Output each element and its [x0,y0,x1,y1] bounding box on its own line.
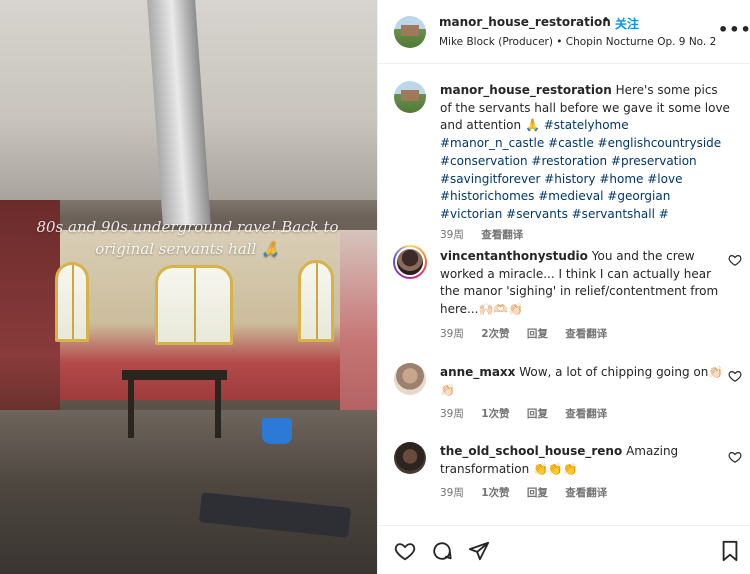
comment-icon[interactable] [431,540,453,562]
heart-icon[interactable] [728,450,742,464]
comment-likes[interactable]: 2次赞 [481,328,509,340]
action-bar [378,525,750,574]
follow-button[interactable]: 关注 [615,15,639,32]
photo-overlay-text: 80s and 90s underground rave! Back to or… [36,218,339,258]
comment-meta: 39周 1次赞 回复 查看翻译 [440,485,621,500]
translate-link[interactable]: 查看翻译 [565,408,607,420]
share-icon[interactable] [468,540,490,562]
comment-time[interactable]: 39周 [440,408,464,420]
post-image[interactable]: 80s and 90s underground rave! Back to or… [0,0,377,574]
comment-text-block: the_old_school_house_reno Amazing transf… [440,443,730,478]
header-separator: • [602,13,610,28]
caption-username[interactable]: manor_house_restoration [440,83,612,97]
floor [0,410,377,574]
comment-meta: 39周 1次赞 回复 查看翻译 [440,406,621,421]
post-header: manor_house_restoration • 关注 Mike Block … [378,0,750,64]
audio-track-link[interactable]: Mike Block (Producer) • Chopin Nocturne … [439,36,716,48]
window-center [155,265,233,345]
heart-icon[interactable] [728,253,742,267]
comment-text-block: anne_maxx Wow, a lot of chipping going o… [440,364,730,399]
comment-username[interactable]: vincentanthonystudio [440,249,588,263]
translate-link[interactable]: 查看翻译 [565,487,607,499]
comment-text-block: vincentanthonystudio You and the crew wo… [440,248,730,319]
caption-text-block: manor_house_restoration Here's some pics… [440,82,730,224]
comment-meta: 39周 2次赞 回复 查看翻译 [440,326,621,341]
bookmark-icon[interactable] [719,540,741,562]
comment-likes[interactable]: 1次赞 [481,487,509,499]
table-leg [128,380,134,438]
window-left [55,262,89,342]
caption-hashtags[interactable]: #statelyhome #manor_n_castle #castle #en… [440,118,721,221]
blue-bucket [262,418,292,444]
comments-list[interactable]: manor_house_restoration Here's some pics… [378,65,750,525]
reply-button[interactable]: 回复 [527,487,548,499]
table-top [122,370,227,380]
heart-icon[interactable] [728,369,742,383]
reply-button[interactable]: 回复 [527,408,548,420]
comment-time[interactable]: 39周 [440,487,464,499]
avatar[interactable] [394,363,426,395]
comment-likes[interactable]: 1次赞 [481,408,509,420]
caption-meta: 39周 查看翻译 [440,227,537,242]
comment-username[interactable]: the_old_school_house_reno [440,444,622,458]
more-horizontal-icon[interactable]: ••• [718,20,750,39]
post-panel: manor_house_restoration • 关注 Mike Block … [377,0,750,574]
header-username[interactable]: manor_house_restoration [439,15,611,29]
caption-translate-link[interactable]: 查看翻译 [481,229,523,241]
avatar[interactable] [394,81,426,113]
reply-button[interactable]: 回复 [527,328,548,340]
comment-username[interactable]: anne_maxx [440,365,515,379]
window-right [298,260,334,342]
translate-link[interactable]: 查看翻译 [565,328,607,340]
caption-time[interactable]: 39周 [440,229,464,241]
avatar[interactable] [394,442,426,474]
avatar[interactable] [394,16,426,48]
avatar[interactable] [393,245,427,279]
table-leg [215,380,221,438]
comment-time[interactable]: 39周 [440,328,464,340]
heart-icon[interactable] [394,540,416,562]
